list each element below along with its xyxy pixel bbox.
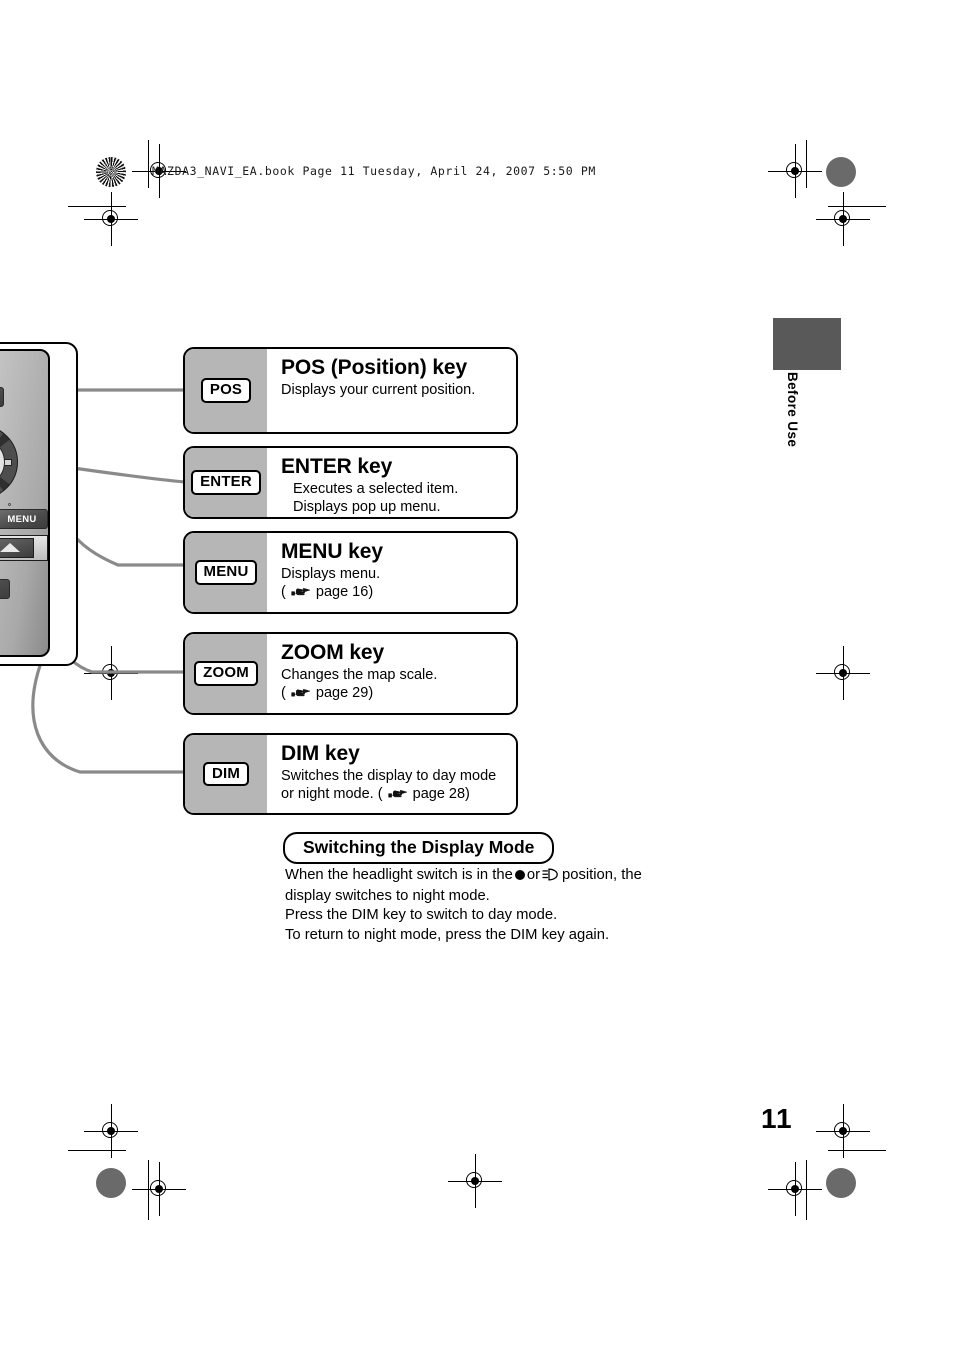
body-text-1c: position, the [562,867,642,883]
key-description-box-dim: DIM DIM key Switches the display to day … [183,733,518,815]
keycap-dim: DIM [202,761,250,787]
panel-button-menu-label: MENU [7,513,37,525]
key-desc-enter-line-2: Displays pop up menu. [293,499,441,516]
headlight-icon [542,868,560,887]
body-paragraph-2: display switches to night mode. [285,888,490,905]
print-dot-target-bottom-left [96,1168,126,1198]
key-desc-dim-line-2-text: or night mode. ( [281,786,383,803]
key-desc-zoom-page-label: page 29 [315,685,369,702]
panel-button-zoom-up[interactable] [0,538,34,558]
panel-button-voice[interactable]: VOICE [0,579,10,599]
key-description-box-zoom: ZOOM ZOOM key Changes the map scale. ( p… [183,632,518,715]
key-cap-area-pos: POS [185,349,267,432]
key-title-dim: DIM key [281,742,360,765]
key-desc-dim-line-2: or night mode. ( page 28) [281,785,506,806]
menu-indicator-leds [8,503,11,506]
pointing-hand-icon [291,686,311,705]
print-star-target-top-left [96,157,126,187]
panel-inner-body: POS ENTER MENU ZOOM [0,349,50,657]
key-description-box-pos: POS POS (Position) key Displays your cur… [183,347,518,434]
key-desc-zoom-page-ref: ( page 29) [281,684,506,705]
key-desc-zoom-line-1: Changes the map scale. [281,666,438,683]
side-tab-label: Before Use [785,372,800,448]
body-paragraph-1: When the headlight switch is in the or pos… [285,866,705,887]
key-title-zoom: ZOOM key [281,641,385,664]
registration-mark-upper-right [816,192,870,246]
body-text-1a: When the headlight switch is in the [285,867,513,883]
key-description-box-enter: ENTER ENTER key Executes a selected item… [183,446,518,519]
keycap-zoom: ZOOM [194,661,258,686]
keycap-enter: ENTER [191,470,261,495]
registration-mark-bottom-left [132,1162,186,1216]
key-desc-dim-line-1: Switches the display to day mode [281,767,497,784]
print-dot-target-bottom-right [826,1168,856,1198]
key-title-menu: MENU key [281,540,383,563]
section-body-text: When the headlight switch is in the or pos… [285,866,705,945]
key-desc-pos-line-1: Displays your current position. [281,381,476,398]
crop-line-bottom-left-horizontal [68,1150,126,1152]
key-desc-enter-line-1: Executes a selected item. [293,480,459,497]
pointing-hand-icon [387,787,408,806]
registration-mark-bottom-right [768,1162,822,1216]
section-heading-switching-display-mode: Switching the Display Mode [283,832,555,864]
registration-mark-mid-left [84,646,138,700]
print-dot-target-top-right [826,157,856,187]
keycap-menu: MENU [194,560,258,585]
key-cap-area-zoom: ZOOM [185,634,267,713]
registration-mark-bottom-center [448,1154,502,1208]
keycap-pos: POS [200,378,252,403]
key-desc-menu-page-label: page 16 [315,584,369,601]
key-description-box-menu: MENU MENU key Displays menu. ( page 16) [183,531,518,614]
registration-mark-mid-right [816,646,870,700]
key-title-enter: ENTER key [281,455,393,478]
panel-button-pos[interactable]: POS [0,387,4,407]
panel-button-menu[interactable]: MENU [0,509,48,529]
body-paragraph-3: Press the DIM key to switch to day mode. [285,907,558,924]
key-text-area-menu: MENU key Displays menu. ( page 16) [267,533,516,612]
book-file-header: MAZDA3_NAVI_EA.book Page 11 Tuesday, Apr… [152,164,596,178]
key-desc-dim-page-label: page 28 [412,786,466,803]
pointing-hand-icon [291,585,311,604]
key-text-area-enter: ENTER key Executes a selected item. Disp… [267,448,516,517]
key-title-pos: POS (Position) key [281,356,468,379]
crop-line-bottom-right-horizontal [828,1150,886,1152]
registration-mark-lower-right [816,1104,870,1158]
key-desc-dim-paren: ) [465,786,470,803]
dpad-ring: ENTER [0,438,5,486]
body-text-1b: or [526,867,541,883]
key-text-area-pos: POS (Position) key Displays your current… [267,349,516,432]
panel-dpad[interactable]: ENTER [0,425,18,499]
navigation-control-panel-illustration: POS ENTER MENU ZOOM [0,342,80,668]
key-desc-menu-line-1: Displays menu. [281,565,381,582]
key-cap-area-enter: ENTER [185,448,267,517]
key-text-area-zoom: ZOOM key Changes the map scale. ( page 2… [267,634,516,713]
side-tab-block [773,318,841,370]
key-cap-area-menu: MENU [185,533,267,612]
registration-mark-lower-left [84,1104,138,1158]
registration-mark-upper-left [84,192,138,246]
filled-circle-icon [514,870,525,880]
key-cap-area-dim: DIM [185,735,267,813]
body-paragraph-4: To return to night mode, press the DIM k… [285,926,610,943]
key-text-area-dim: DIM key Switches the display to day mode… [267,735,516,813]
page-number: 11 [761,1103,793,1134]
key-desc-menu-page-ref: ( page 16) [281,583,506,604]
registration-mark-top-right [768,144,822,198]
